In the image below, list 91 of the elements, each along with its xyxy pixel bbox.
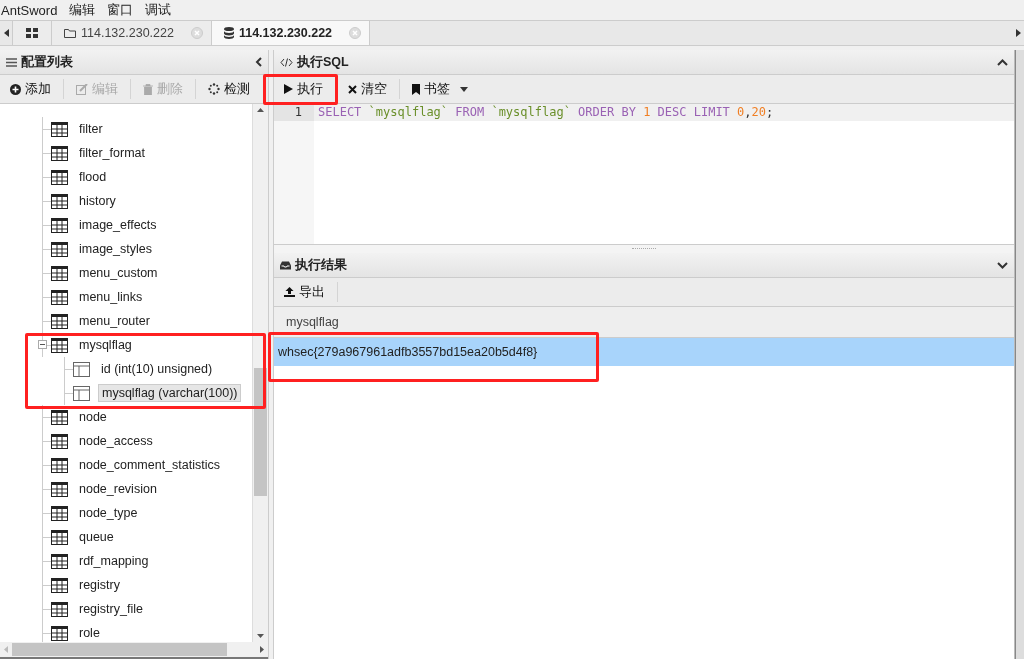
tab[interactable]: 114.132.230.222 [210, 21, 370, 45]
tree-item[interactable]: menu_router [76, 313, 153, 329]
toolbar-button[interactable]: 清空 [342, 77, 393, 101]
tree-item[interactable]: rdf_mapping [76, 553, 152, 569]
table-icon [51, 289, 68, 305]
tree-item[interactable]: flood [76, 169, 110, 185]
panel-title: 执行SQL [297, 53, 349, 71]
pencil-icon [76, 83, 88, 95]
scroll-up-icon[interactable] [257, 108, 264, 112]
inbox-icon [280, 260, 291, 270]
play-icon [284, 84, 293, 94]
tree-item[interactable]: filter_format [76, 145, 148, 161]
table-icon [51, 505, 68, 521]
code-icon [280, 57, 293, 67]
spinner-icon [208, 83, 220, 95]
tree-item[interactable]: id (int(10) unsigned) [98, 361, 216, 377]
tree-item[interactable]: registry [76, 577, 123, 593]
tree-item[interactable]: node_revision [76, 481, 160, 497]
panel-title: 配置列表 [21, 53, 73, 71]
tree-item[interactable]: registry_file [76, 601, 146, 617]
table-icon [51, 577, 68, 593]
toolbar-button[interactable]: 导出 [278, 280, 331, 304]
menu-item[interactable]: 编辑 [69, 1, 96, 19]
column-icon [73, 361, 90, 377]
tree-item[interactable]: node_access [76, 433, 156, 449]
tree-item[interactable]: menu_custom [76, 265, 161, 281]
menu-item[interactable]: 窗口 [107, 1, 134, 19]
table-icon [51, 553, 68, 569]
tree-item[interactable]: node_comment_statistics [76, 457, 224, 473]
resize-handle[interactable] [632, 247, 656, 251]
tree-item[interactable]: node_type [76, 505, 141, 521]
tab[interactable] [12, 21, 51, 45]
tree-item[interactable]: mysqlflag [76, 337, 135, 353]
toolbar-button[interactable]: 执行 [278, 77, 329, 101]
chevron-up-icon[interactable] [997, 58, 1008, 66]
table-icon [51, 457, 68, 473]
code-editor[interactable]: 1 SELECT `mysqlflag` FROM `mysqlflag` ORDER BY 1 DESC LIMIT 0,20; [274, 104, 1014, 244]
folder-icon [64, 28, 76, 38]
caret-icon [460, 86, 468, 92]
column-header[interactable]: mysqlflag [274, 315, 339, 329]
table-icon [51, 265, 68, 281]
database-icon [223, 27, 234, 39]
trash-icon [143, 83, 153, 95]
collapse-toggle-icon[interactable] [38, 340, 47, 349]
table-icon [51, 193, 68, 209]
tree-item[interactable]: filter [76, 121, 106, 137]
tree-item[interactable]: image_styles [76, 241, 155, 257]
plus-circle-icon [10, 83, 21, 95]
table-cell-text: whsec{279a967961adfb3557bd15ea20b5d4f8} [277, 345, 538, 359]
table-icon [51, 241, 68, 257]
scroll-down-icon[interactable] [257, 634, 264, 638]
scrollbar-thumb[interactable] [12, 643, 227, 656]
upload-icon [284, 287, 295, 297]
table-icon [51, 337, 68, 353]
table-row[interactable]: whsec{279a967961adfb3557bd15ea20b5d4f8} [274, 338, 1014, 366]
menu-item[interactable]: 调试 [145, 1, 172, 19]
list-icon [6, 57, 17, 67]
scrollbar-thumb[interactable] [254, 368, 267, 496]
table-icon [51, 313, 68, 329]
tree-item[interactable]: image_effects [76, 217, 160, 233]
toolbar-button[interactable]: 检测 [202, 77, 256, 101]
tab[interactable]: 114.132.230.222 [51, 21, 211, 45]
table-icon [51, 601, 68, 617]
table-icon [51, 529, 68, 545]
scrollbar[interactable] [0, 642, 268, 659]
column-icon [73, 385, 90, 401]
tree-item[interactable]: history [76, 193, 119, 209]
table-icon [51, 169, 68, 185]
tree-item[interactable]: role [76, 625, 103, 641]
table-icon [51, 145, 68, 161]
panel-title: 执行结果 [295, 256, 347, 274]
toolbar-button[interactable]: 添加 [4, 77, 57, 101]
bookmark-icon [412, 83, 420, 95]
scroll-right-icon[interactable] [260, 646, 264, 653]
tree-item[interactable]: mysqlflag (varchar(100)) [98, 384, 242, 402]
tree-item[interactable]: queue [76, 529, 117, 545]
menu-item[interactable]: AntSword [1, 2, 58, 18]
chevron-down-icon[interactable] [997, 261, 1008, 269]
grid-icon [26, 28, 38, 38]
collapse-icon[interactable] [255, 57, 262, 67]
table-icon [51, 481, 68, 497]
table-icon [51, 217, 68, 233]
table-icon [51, 433, 68, 449]
close-icon [348, 84, 357, 94]
table-icon [51, 409, 68, 425]
toolbar-button[interactable]: 书签 [406, 77, 474, 101]
table-icon [51, 625, 68, 641]
scrollbar[interactable] [253, 104, 268, 642]
tree-item[interactable]: menu_links [76, 289, 146, 305]
table-icon [51, 121, 68, 137]
tree-item[interactable]: node [76, 409, 110, 425]
